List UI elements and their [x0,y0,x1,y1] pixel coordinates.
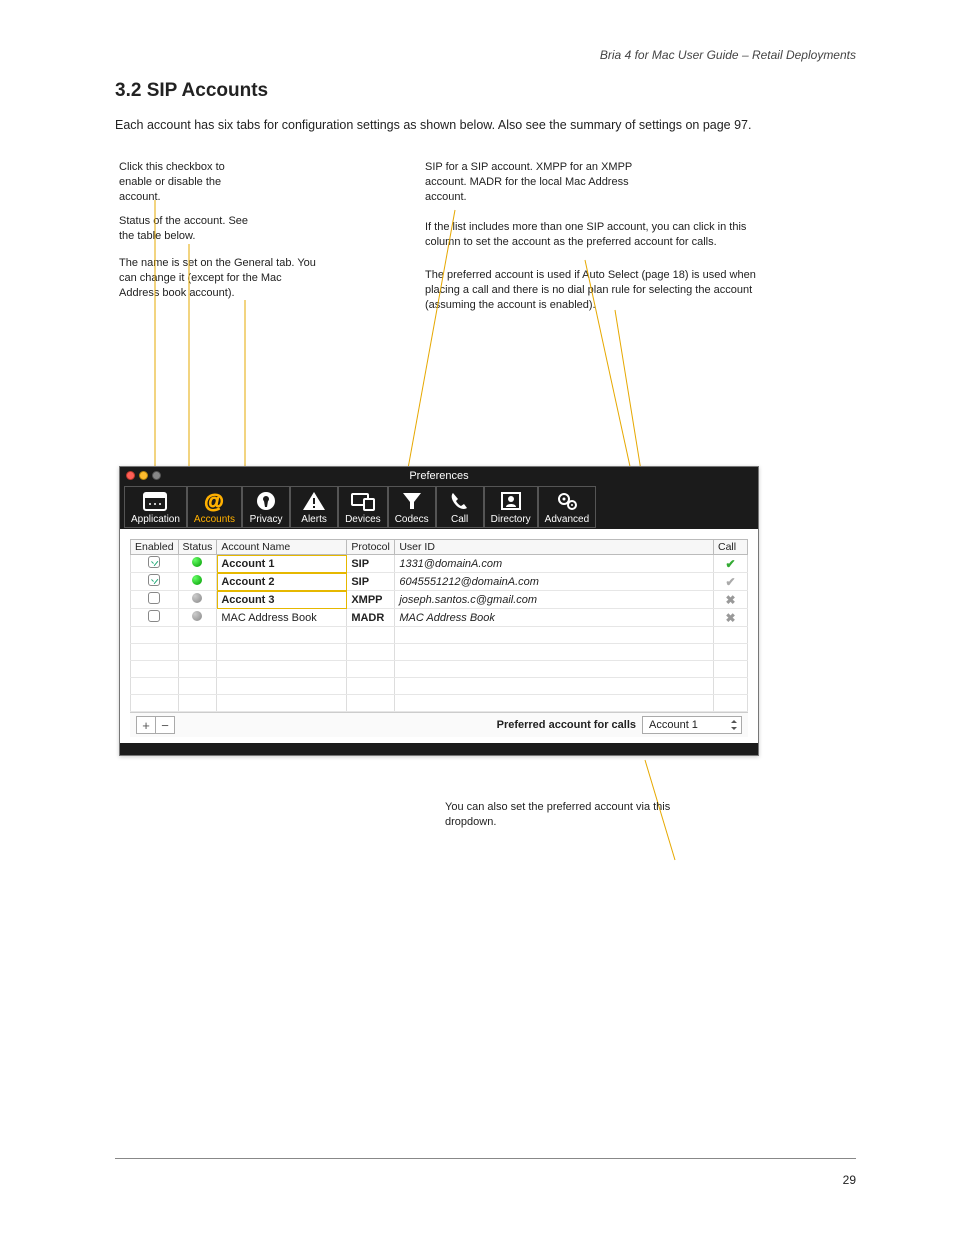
preferred-account-dropdown[interactable]: Account 1 [642,716,742,734]
page-footer-rule [115,1158,856,1159]
tab-label: Devices [345,514,381,525]
page-number: 29 [843,1173,856,1187]
traffic-lights [126,471,161,480]
account-name-cell[interactable]: MAC Address Book [217,609,347,627]
protocol-cell: MADR [347,609,395,627]
preferred-label: Preferred account for calls [497,719,636,731]
zoom-button[interactable] [152,471,161,480]
tab-label: Application [131,514,180,525]
status-indicator [192,611,202,621]
call-cell[interactable]: ✔ [714,555,748,573]
accounts-table: Enabled Status Account Name Protocol Use… [130,539,748,712]
account-name-cell[interactable]: Account 3 [217,591,347,609]
col-user[interactable]: User ID [395,540,714,555]
tab-label: Directory [491,514,531,525]
intro-paragraph: Each account has six tabs for configurat… [115,116,856,134]
table-row-empty [131,678,748,695]
minimize-button[interactable] [139,471,148,480]
table-row-empty [131,644,748,661]
tab-label: Privacy [250,514,283,525]
table-row[interactable]: Account 3XMPPjoseph.santos.c@gmail.com ✖ [131,591,748,609]
close-button[interactable] [126,471,135,480]
check-icon: ✔ [725,575,735,589]
tab-privacy[interactable]: Privacy [243,487,289,527]
user-id-cell: joseph.santos.c@gmail.com [395,591,714,609]
status-indicator [192,575,202,585]
tab-advanced[interactable]: Advanced [539,487,595,527]
tab-devices[interactable]: Devices [339,487,387,527]
phone-icon [446,489,474,513]
account-name-cell[interactable]: Account 1 [217,555,347,573]
tab-call[interactable]: Call [437,487,483,527]
user-id-cell: 6045551212@domainA.com [395,573,714,591]
preferred-account-value: Account 1 [649,719,698,731]
table-footer: + − Preferred account for calls Account … [130,712,748,737]
callout-enable: Click this checkbox to enable or disable… [119,160,239,205]
callout-preferred: The preferred account is used if Auto Se… [425,268,785,313]
devices-icon [349,489,377,513]
user-id-cell: 1331@domainA.com [395,555,714,573]
window-title: Preferences [409,470,468,482]
calendar-icon [141,489,169,513]
gears-icon [553,489,581,513]
tab-label: Call [451,514,468,525]
warn-icon [300,489,328,513]
callout-name: The name is set on the General tab. You … [119,256,319,301]
window-bottom-strip [120,743,758,755]
at-icon: @ [200,489,228,513]
tab-label: Alerts [301,514,327,525]
tab-application[interactable]: Application [125,487,186,527]
tab-label: Accounts [194,514,235,525]
col-protocol[interactable]: Protocol [347,540,395,555]
person-icon [497,489,525,513]
tab-alerts[interactable]: Alerts [291,487,337,527]
check-icon: ✔ [725,557,735,571]
section-heading: 3.2 SIP Accounts [115,80,856,102]
tab-codecs[interactable]: Codecs [389,487,435,527]
callout-dropdown: You can also set the preferred account v… [445,800,705,830]
col-status[interactable]: Status [178,540,217,555]
table-row[interactable]: Account 1SIP1331@domainA.com ✔ [131,555,748,573]
callout-protocol: SIP for a SIP account. XMPP for an XMPP … [425,160,655,205]
protocol-cell: SIP [347,573,395,591]
enabled-checkbox[interactable] [148,556,160,568]
account-name-cell[interactable]: Account 2 [217,573,347,591]
table-row-empty [131,627,748,644]
preferences-window: Preferences Application@AccountsPrivacyA… [119,466,759,756]
col-call[interactable]: Call [714,540,748,555]
status-indicator [192,593,202,603]
remove-account-button[interactable]: − [155,716,175,734]
call-cell[interactable]: ✖ [714,609,748,627]
table-row[interactable]: Account 2SIP6045551212@domainA.com ✔ [131,573,748,591]
user-id-cell: MAC Address Book [395,609,714,627]
doc-header: Bria 4 for Mac User Guide – Retail Deplo… [600,48,856,62]
window-titlebar: Preferences [120,467,758,485]
keyhole-icon [252,489,280,513]
status-indicator [192,557,202,567]
prefs-toolbar: Application @ Accounts Privacy Alerts Devices… [120,485,758,529]
enabled-checkbox[interactable] [148,610,160,622]
add-account-button[interactable]: + [136,716,156,734]
callout-call-col: If the list includes more than one SIP a… [425,220,755,250]
x-icon: ✖ [725,593,735,607]
tab-directory[interactable]: Directory [485,487,537,527]
tab-accounts[interactable]: @ Accounts [188,487,241,527]
tab-label: Advanced [545,514,589,525]
col-enabled[interactable]: Enabled [131,540,179,555]
svg-text:@: @ [205,491,225,512]
call-cell[interactable]: ✖ [714,591,748,609]
enabled-checkbox[interactable] [148,574,160,586]
table-row-empty [131,695,748,712]
protocol-cell: SIP [347,555,395,573]
call-cell[interactable]: ✔ [714,573,748,591]
callout-status: Status of the account. See the table bel… [119,214,259,244]
x-icon: ✖ [725,611,735,625]
col-name[interactable]: Account Name [217,540,347,555]
tab-label: Codecs [395,514,429,525]
table-row-empty [131,661,748,678]
protocol-cell: XMPP [347,591,395,609]
funnel-icon [398,489,426,513]
enabled-checkbox[interactable] [148,592,160,604]
table-row[interactable]: MAC Address BookMADRMAC Address Book ✖ [131,609,748,627]
